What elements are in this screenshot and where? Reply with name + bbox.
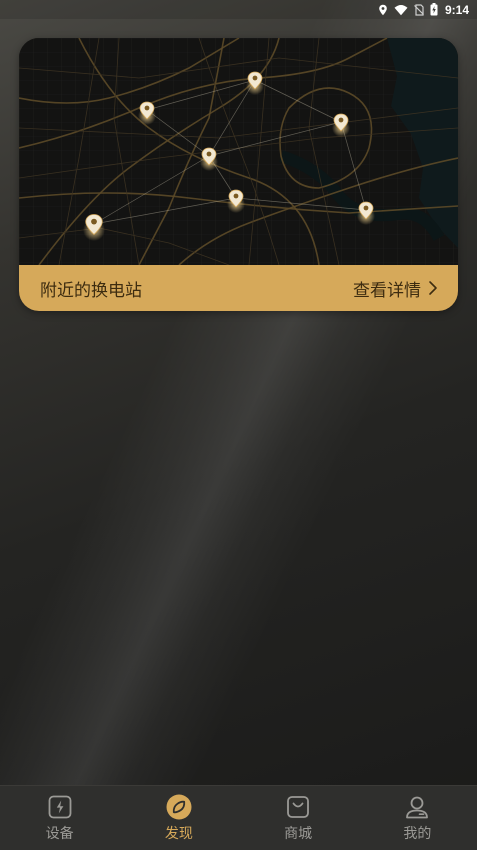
station-map[interactable] bbox=[19, 38, 458, 265]
map-pin[interactable] bbox=[227, 189, 245, 213]
no-sim-icon bbox=[414, 3, 424, 16]
nearby-station-card[interactable]: 附近的换电站 查看详情 bbox=[19, 38, 458, 311]
map-pin[interactable] bbox=[200, 147, 218, 171]
card-title: 附近的换电站 bbox=[40, 280, 142, 301]
battery-charging-icon bbox=[430, 3, 438, 16]
tab-mine[interactable]: 我的 bbox=[358, 786, 477, 850]
tab-discover[interactable]: 发现 bbox=[119, 786, 238, 850]
map-pin[interactable] bbox=[138, 101, 156, 125]
compass-icon bbox=[166, 794, 192, 820]
map-pin[interactable] bbox=[83, 214, 105, 242]
view-details-label: 查看详情 bbox=[353, 280, 421, 301]
chevron-right-icon bbox=[429, 281, 437, 295]
location-icon bbox=[379, 4, 387, 15]
map-pin[interactable] bbox=[332, 113, 350, 137]
tab-device-label: 设备 bbox=[45, 826, 74, 842]
shopping-bag-icon bbox=[287, 796, 310, 818]
battery-bolt-icon bbox=[48, 795, 72, 819]
tab-mine-label: 我的 bbox=[403, 826, 432, 842]
map-pin[interactable] bbox=[246, 71, 264, 95]
tab-mall[interactable]: 商城 bbox=[239, 786, 358, 850]
status-bar: 9:14 bbox=[0, 0, 477, 19]
tab-device[interactable]: 设备 bbox=[0, 786, 119, 850]
tab-mall-label: 商城 bbox=[284, 826, 313, 842]
wifi-icon bbox=[394, 4, 408, 15]
card-footer: 附近的换电站 查看详情 bbox=[19, 265, 458, 311]
view-details-link[interactable]: 查看详情 bbox=[353, 276, 439, 301]
status-time: 9:14 bbox=[444, 2, 469, 17]
map-pin[interactable] bbox=[357, 201, 375, 225]
user-profile-icon bbox=[406, 796, 429, 819]
tab-discover-label: 发现 bbox=[164, 826, 193, 842]
bottom-tab-bar: 设备 发现 商城 我的 bbox=[0, 785, 477, 850]
